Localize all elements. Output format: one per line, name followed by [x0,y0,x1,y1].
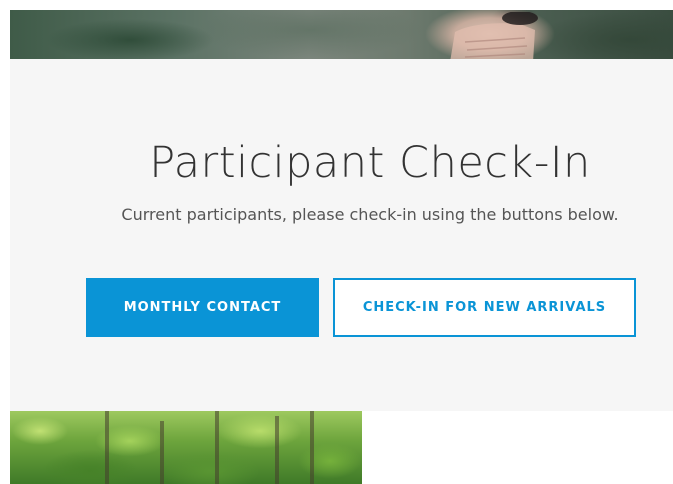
monthly-contact-button[interactable]: MONTHLY CONTACT [86,278,319,337]
hand-photo-detail [450,12,538,59]
forest-image [10,411,362,484]
monthly-contact-label: MONTHLY CONTACT [123,300,282,315]
checkin-section: Participant Check-In Current participant… [10,59,673,411]
page-title: Participant Check-In [149,138,591,188]
page-subtitle: Current participants, please check-in us… [121,205,619,224]
hero-image [10,10,673,59]
page: Participant Check-In Current participant… [0,0,673,484]
new-arrivals-checkin-button[interactable]: CHECK-IN FOR NEW ARRIVALS [333,278,636,337]
new-arrivals-label: CHECK-IN FOR NEW ARRIVALS [362,300,607,315]
